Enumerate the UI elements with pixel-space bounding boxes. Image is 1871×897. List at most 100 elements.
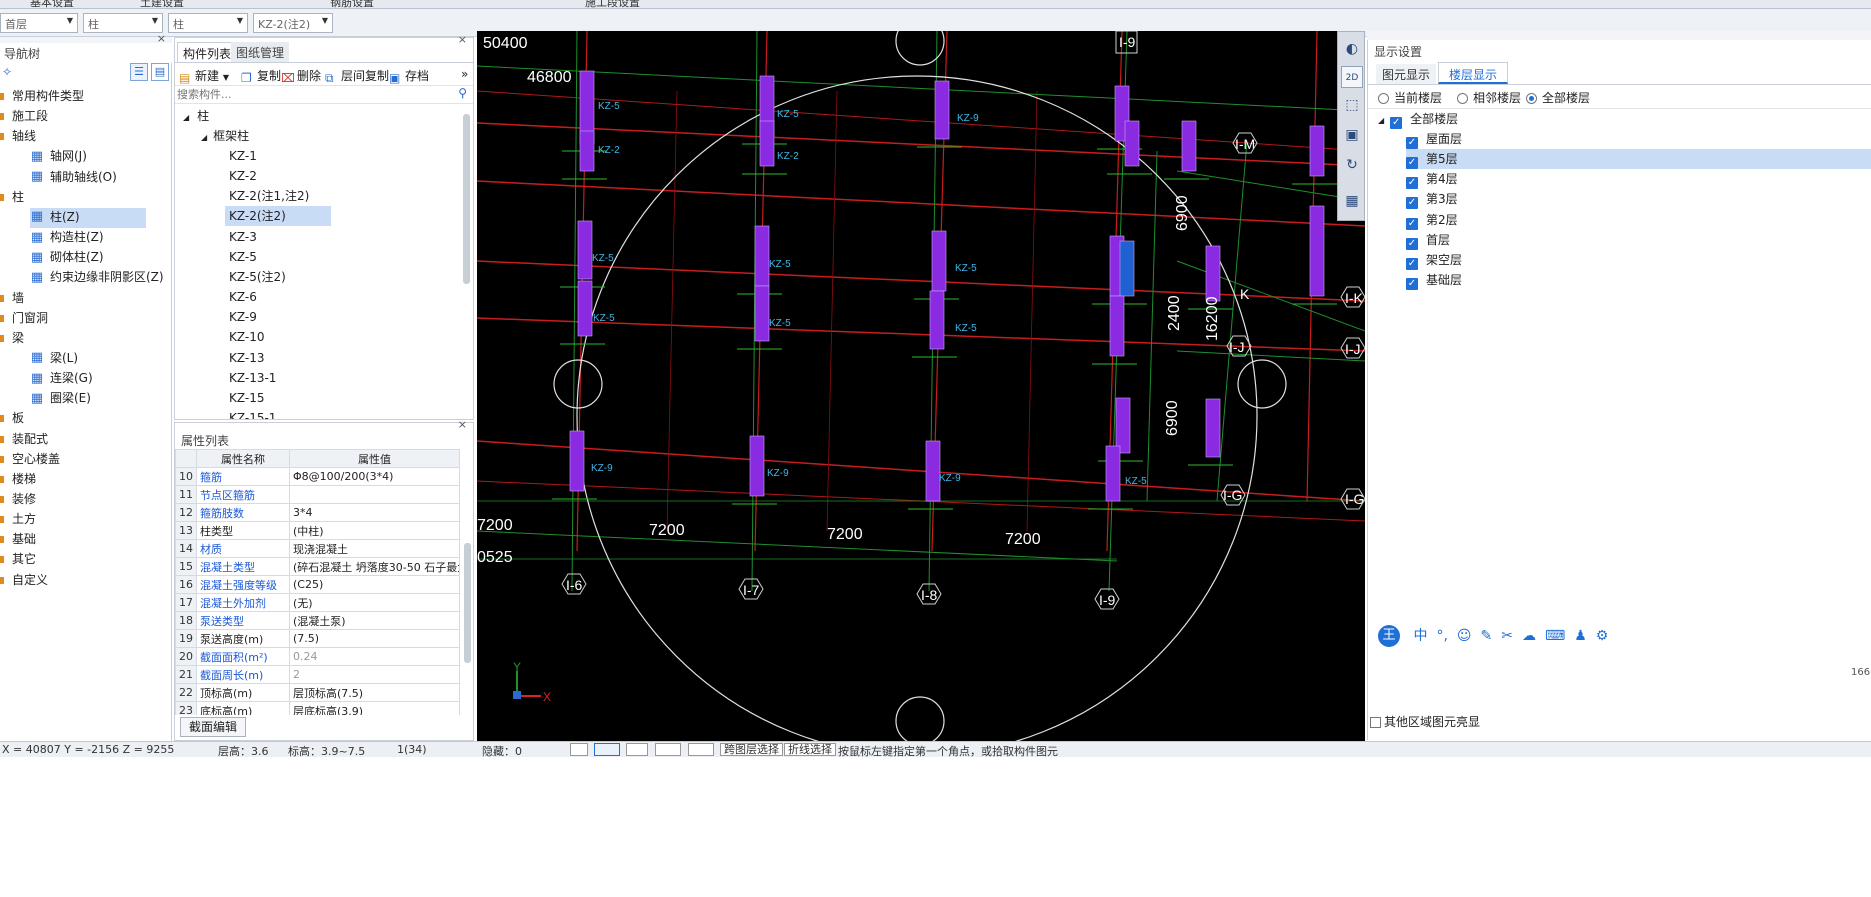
- radio-adjacent-floor[interactable]: 相邻楼层: [1457, 89, 1521, 106]
- nav-item[interactable]: 装配式: [0, 430, 48, 450]
- property-row[interactable]: 13 柱类型 (中柱): [175, 521, 460, 540]
- nav-item[interactable]: ▦ 连梁(G): [30, 369, 93, 389]
- status-tool-4[interactable]: [655, 743, 681, 756]
- component-item[interactable]: KZ-5: [225, 247, 261, 267]
- nav-item[interactable]: 墙: [0, 289, 24, 309]
- ime-tool-icon[interactable]: ☺: [1457, 628, 1472, 644]
- property-value[interactable]: 层底标高(3.9): [289, 701, 460, 715]
- nav-item[interactable]: ▦ 构造柱(Z): [30, 228, 104, 248]
- column-element[interactable]: [577, 280, 593, 337]
- property-value[interactable]: (C25): [289, 575, 460, 594]
- column-element[interactable]: [569, 430, 585, 492]
- column-element[interactable]: [934, 80, 950, 140]
- nav-item[interactable]: 自定义: [0, 571, 48, 591]
- component-item[interactable]: KZ-5(注2): [225, 267, 290, 287]
- property-row[interactable]: 17 混凝土外加剂 (无): [175, 593, 460, 612]
- status-tool-1[interactable]: [570, 743, 588, 756]
- property-row[interactable]: 10 箍筋 Φ8@100/200(3*4): [175, 467, 460, 486]
- column-element[interactable]: [749, 435, 765, 497]
- nav-item[interactable]: ▦ 砌体柱(Z): [30, 248, 104, 268]
- floor-row[interactable]: ✓ 首层: [1406, 230, 1450, 250]
- component-item[interactable]: KZ-2: [225, 166, 261, 186]
- floor-copy-button[interactable]: ⧉ 层间复制: [325, 67, 389, 85]
- nav-item[interactable]: 梁: [0, 329, 24, 349]
- property-value[interactable]: 0.24: [289, 647, 460, 666]
- component-item[interactable]: KZ-2(注1,注2): [225, 186, 313, 206]
- component-item[interactable]: KZ-2(注2): [225, 206, 331, 227]
- column-element[interactable]: [929, 290, 945, 350]
- column-element[interactable]: [1181, 120, 1197, 172]
- floor-row[interactable]: ✓ 架空层: [1406, 250, 1462, 270]
- detail-view-icon[interactable]: ▤: [151, 63, 169, 81]
- column-element[interactable]: [1119, 240, 1135, 297]
- section-edit-button[interactable]: 截面编辑: [180, 717, 246, 737]
- search-icon[interactable]: ⚲: [458, 86, 467, 100]
- property-value[interactable]: 2: [289, 665, 460, 684]
- nav-item[interactable]: ▦ 辅助轴线(O): [30, 168, 117, 188]
- tree-group[interactable]: ◢ 框架柱: [201, 126, 249, 146]
- property-value[interactable]: (无): [289, 593, 460, 612]
- new-button[interactable]: ▤ 新建 ▼: [179, 67, 229, 85]
- ime-tool-icon[interactable]: 中: [1413, 628, 1427, 644]
- ime-tool-icon[interactable]: ⌨: [1545, 628, 1565, 644]
- ime-tool-icon[interactable]: ✎: [1481, 628, 1493, 644]
- column-element[interactable]: [1205, 245, 1221, 302]
- column-element[interactable]: [1109, 295, 1125, 357]
- tab-element-display[interactable]: 图元显示: [1376, 64, 1437, 84]
- floor-row[interactable]: ✓ 第4层: [1406, 169, 1458, 190]
- nav-item[interactable]: 柱: [0, 188, 24, 208]
- property-value[interactable]: (混凝土泵): [289, 611, 460, 630]
- property-row[interactable]: 12 箍筋肢数 3*4: [175, 503, 460, 522]
- ime-tool-icon[interactable]: ⚙: [1596, 628, 1609, 644]
- property-row[interactable]: 16 混凝土强度等级 (C25): [175, 575, 460, 594]
- column-element[interactable]: [931, 230, 947, 292]
- column-element[interactable]: [1105, 445, 1121, 502]
- property-value[interactable]: 3*4: [289, 503, 460, 522]
- property-row[interactable]: 11 节点区箍筋: [175, 485, 460, 504]
- nav-item[interactable]: ▦ 圈梁(E): [30, 389, 91, 409]
- column-element[interactable]: [1205, 398, 1221, 458]
- nav-item[interactable]: 土方: [0, 510, 36, 530]
- wand-icon[interactable]: ✧: [2, 65, 12, 79]
- view-3d-icon[interactable]: ⬚: [1341, 94, 1363, 116]
- column-element[interactable]: [577, 220, 593, 280]
- tab-floor-display[interactable]: 楼层显示: [1438, 62, 1509, 84]
- component-select[interactable]: KZ-2(注2) ▼: [253, 13, 333, 33]
- component-item[interactable]: KZ-6: [225, 287, 261, 307]
- properties-scrollbar[interactable]: [464, 543, 471, 663]
- property-value[interactable]: [289, 485, 460, 504]
- column-element[interactable]: [1115, 397, 1131, 454]
- column-element[interactable]: [579, 130, 595, 172]
- nav-item[interactable]: 空心楼盖: [0, 450, 60, 470]
- ime-logo-icon[interactable]: 王: [1378, 625, 1400, 647]
- property-value[interactable]: (中柱): [289, 521, 460, 540]
- column-element[interactable]: [925, 440, 941, 502]
- nav-item[interactable]: 施工段: [0, 107, 48, 127]
- tab-drawing-management[interactable]: 图纸管理: [231, 42, 290, 62]
- status-tool-2[interactable]: [594, 743, 620, 756]
- nav-item[interactable]: 装修: [0, 490, 36, 510]
- property-row[interactable]: 19 泵送高度(m) (7.5): [175, 629, 460, 648]
- property-row[interactable]: 23 底标高(m) 层底标高(3.9): [175, 701, 460, 715]
- property-row[interactable]: 14 材质 现浇混凝土: [175, 539, 460, 558]
- column-element[interactable]: [1309, 205, 1325, 297]
- sphere-view-icon[interactable]: ◐: [1341, 38, 1363, 60]
- cad-drawing[interactable]: KZ-5 KZ-2 KZ-5 KZ-2 KZ-9 KZ-5 KZ-5 KZ-5 KZ-5 KZ-5…: [477, 31, 1365, 741]
- ime-tool-icon[interactable]: ♟: [1574, 628, 1587, 644]
- property-value[interactable]: (7.5): [289, 629, 460, 648]
- radio-all-floors[interactable]: 全部楼层: [1526, 89, 1590, 106]
- nav-item[interactable]: 基础: [0, 530, 36, 550]
- nav-item[interactable]: ▦ 约束边缘非阴影区(Z): [30, 268, 164, 288]
- floor-row[interactable]: ✓ 屋面层: [1406, 129, 1462, 149]
- rotate-icon[interactable]: ↻: [1341, 154, 1363, 176]
- nav-item[interactable]: 常用构件类型: [0, 87, 84, 107]
- property-row[interactable]: 22 顶标高(m) 层顶标高(7.5): [175, 683, 460, 702]
- save-button[interactable]: ▣ 存档: [389, 67, 429, 85]
- nav-item[interactable]: ▦ 轴网(J): [30, 147, 87, 167]
- component-item[interactable]: KZ-13-1: [225, 368, 280, 388]
- radio-current-floor[interactable]: 当前楼层: [1378, 89, 1442, 106]
- component-item[interactable]: KZ-13: [225, 348, 268, 368]
- status-tool-5[interactable]: [688, 743, 714, 756]
- nav-item[interactable]: 门窗洞: [0, 309, 48, 329]
- nav-item[interactable]: 轴线: [0, 127, 36, 147]
